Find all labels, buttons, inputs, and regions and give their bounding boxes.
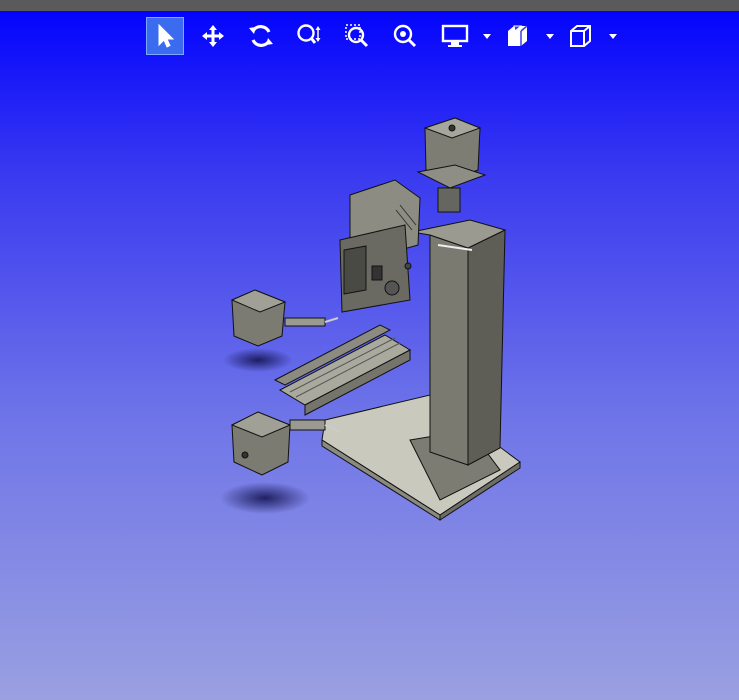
model-shadow [220,482,310,514]
viewer-toolbar [0,15,739,57]
zoom-window-tool-button[interactable] [338,17,376,55]
view-orientation-button[interactable] [562,17,600,55]
select-tool-button[interactable] [146,17,184,55]
display-mode-button[interactable] [436,17,474,55]
x-axis-motor [230,289,339,347]
section-view-chevron-down-icon[interactable] [545,31,555,41]
arrow-pointer-icon [158,23,175,48]
zoom-fit-tool-button[interactable] [386,17,424,55]
top-window-bar [0,0,739,11]
move-arrows-icon [202,25,224,47]
zoom-tool-button[interactable] [290,17,328,55]
model-shadow [223,348,293,372]
zoom-window-icon [345,24,369,48]
cnc-mill-model[interactable] [0,60,739,700]
spindle-head [339,179,421,313]
z-axis-motor [416,117,487,213]
pan-tool-button[interactable] [194,17,232,55]
section-view-button[interactable] [499,17,537,55]
zoom-icon [297,24,321,44]
rotate-tool-button[interactable] [242,17,280,55]
zoom-fit-icon [393,24,417,48]
work-table [273,324,412,416]
display-mode-chevron-down-icon[interactable] [482,31,492,41]
3d-viewport[interactable] [0,60,739,700]
rotate-icon [249,25,273,47]
section-view-icon [508,25,528,46]
view-orientation-chevron-down-icon[interactable] [608,31,618,41]
cube-icon [570,25,591,47]
monitor-icon [441,24,469,47]
